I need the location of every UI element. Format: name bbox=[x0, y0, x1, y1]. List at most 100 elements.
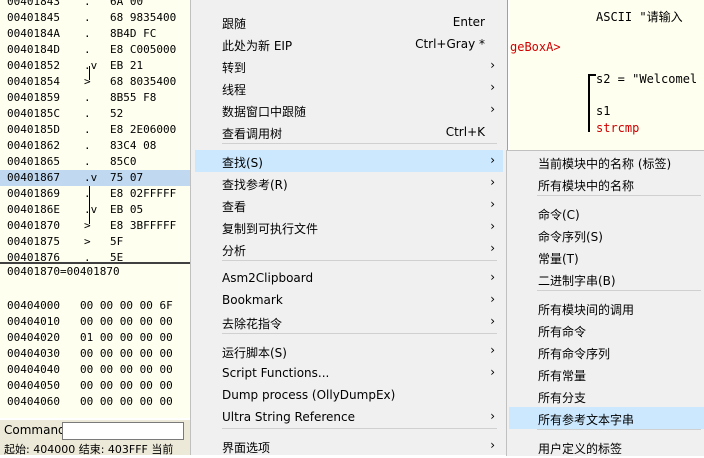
command-input[interactable] bbox=[62, 422, 184, 440]
menu-item[interactable]: Bookmark › bbox=[195, 289, 503, 311]
command-label: Command bbox=[4, 423, 66, 437]
dump-hex: 00 00 00 00 00 bbox=[80, 379, 173, 392]
chevron-right-icon: › bbox=[490, 80, 495, 94]
menu-item[interactable]: Asm2Clipboard › bbox=[195, 267, 503, 289]
bracket-line bbox=[588, 74, 596, 132]
comment-pane[interactable]: ASCII "请输入 geBoxA> s2 = "Welcomel s1 str… bbox=[510, 0, 704, 150]
disasm-hex: 68 9835400 bbox=[110, 11, 177, 24]
chevron-right-icon: › bbox=[490, 409, 495, 423]
menu-item[interactable]: 分析 › bbox=[195, 238, 503, 260]
disasm-row[interactable]: 00401852 .v EB 21 bbox=[0, 58, 190, 74]
submenu-item[interactable]: 所有命令 bbox=[509, 319, 704, 341]
disasm-address: 00401875 bbox=[7, 235, 60, 248]
disasm-address: 0040186E bbox=[7, 203, 60, 216]
menu-item[interactable]: Ultra String Reference › bbox=[195, 406, 503, 428]
chevron-right-icon: › bbox=[490, 175, 495, 189]
menu-item[interactable]: 运行脚本(S) › bbox=[195, 340, 503, 362]
menu-item[interactable]: 界面选项 › bbox=[195, 435, 503, 457]
find-submenu: 当前模块中的名称 (标签) 所有模块中的名称 命令(C) 命令序列(S) 常量(T) 二进… bbox=[506, 150, 704, 456]
disasm-row[interactable]: 00401876. 5E bbox=[0, 250, 190, 262]
disasm-address: 00401854 bbox=[7, 75, 60, 88]
menu-item[interactable]: 跟随 Enter bbox=[195, 11, 503, 33]
menu-item-label: 跟随 bbox=[222, 17, 247, 31]
disasm-hex: 8B4D FC bbox=[110, 27, 157, 40]
submenu-item[interactable]: 当前模块中的名称 (标签) bbox=[509, 151, 704, 173]
disasm-marker: . bbox=[84, 187, 91, 200]
disasm-hex: E8 02FFFFF bbox=[110, 187, 177, 200]
disasm-row[interactable]: 0040185D. E8 2E06000 bbox=[0, 122, 190, 138]
disasm-row[interactable]: 00401859. 8B55 F8 bbox=[0, 90, 190, 106]
disasm-address: 0040185C bbox=[7, 107, 60, 120]
dump-address: 00404040 bbox=[7, 363, 60, 376]
disasm-row[interactable]: 00401843. 6A 00 bbox=[0, 0, 190, 10]
disasm-row[interactable]: 0040186E .v EB 05 bbox=[0, 202, 190, 218]
disasm-address: 0040185D bbox=[7, 123, 60, 136]
disasm-row[interactable]: 0040184D. E8 C005000 bbox=[0, 42, 190, 58]
submenu-item-label: 所有参考文本字串 bbox=[538, 413, 635, 427]
chevron-right-icon: › bbox=[490, 343, 495, 357]
dump-address: 00404050 bbox=[7, 379, 60, 392]
menu-item[interactable]: Dump process (OllyDumpEx) bbox=[195, 384, 503, 406]
disasm-marker: . bbox=[84, 11, 91, 24]
disasm-row[interactable]: 00401869. E8 02FFFFF bbox=[0, 186, 190, 202]
disasm-row[interactable]: 00401845. 68 9835400 bbox=[0, 10, 190, 26]
submenu-item[interactable]: 所有分支 bbox=[509, 385, 704, 407]
disasm-address: 00401845 bbox=[7, 11, 60, 24]
dump-address: 00404030 bbox=[7, 347, 60, 360]
dump-pane[interactable]: 00404000 00 00 00 00 6F 00404010 00 00 00 0… bbox=[0, 298, 190, 418]
submenu-item[interactable]: 命令序列(S) bbox=[509, 224, 704, 246]
disasm-row[interactable]: 00401865. 85C0 bbox=[0, 154, 190, 170]
disasm-row[interactable]: 00401867 .v 75 07 bbox=[0, 170, 190, 186]
disasm-address: 0040184D bbox=[7, 43, 60, 56]
disasm-row[interactable]: 00401854 >68 8035400 bbox=[0, 74, 190, 90]
submenu-item-label: 当前模块中的名称 (标签) bbox=[538, 157, 672, 171]
submenu-item-label: 所有常量 bbox=[538, 369, 587, 383]
disasm-marker: .v bbox=[84, 59, 98, 72]
submenu-item[interactable]: 所有常量 bbox=[509, 363, 704, 385]
submenu-item[interactable]: 二进制字串(B) bbox=[509, 268, 704, 290]
chevron-right-icon: › bbox=[490, 314, 495, 328]
dump-address: 00404000 bbox=[7, 299, 60, 312]
menu-item[interactable]: 数据窗口中跟随 › bbox=[195, 99, 503, 121]
submenu-item[interactable]: 所有模块间的调用 bbox=[509, 297, 704, 319]
disasm-row[interactable]: 0040184A. 8B4D FC bbox=[0, 26, 190, 42]
dump-address: 00404020 bbox=[7, 331, 60, 344]
disasm-marker: . bbox=[84, 91, 91, 104]
menu-item[interactable]: Script Functions... › bbox=[195, 362, 503, 384]
menu-item[interactable]: 复制到可执行文件 › bbox=[195, 216, 503, 238]
disasm-marker: . bbox=[84, 107, 91, 120]
disasm-row[interactable]: 00401870 > E8 3BFFFFF bbox=[0, 218, 190, 234]
disasm-marker: . bbox=[84, 0, 91, 8]
menu-item[interactable]: 查找(S) › bbox=[195, 150, 503, 172]
submenu-item[interactable]: 所有参考文本字串 bbox=[509, 407, 704, 429]
menu-separator bbox=[222, 333, 497, 334]
submenu-item[interactable]: 所有模块中的名称 bbox=[509, 173, 704, 195]
dump-hex: 01 00 00 00 00 bbox=[80, 331, 173, 344]
context-menu: 跟随 Enter 此处为新 EIP Ctrl+Gray * 转到 › 线程 › 数据窗口中跟随 ›… bbox=[190, 0, 508, 455]
disasm-row[interactable]: 0040185C. 52 bbox=[0, 106, 190, 122]
disasm-address: 00401852 bbox=[7, 59, 60, 72]
submenu-item[interactable]: 所有命令序列 bbox=[509, 341, 704, 363]
menu-item[interactable]: 查看调用树 Ctrl+K bbox=[195, 121, 503, 143]
disassembly-pane[interactable]: 00401843. 6A 00 00401845. 68 9835400 0040184… bbox=[0, 0, 191, 262]
disasm-address: 00401843 bbox=[7, 0, 60, 8]
menu-item-shortcut: Ctrl+Gray * bbox=[415, 37, 485, 51]
submenu-item[interactable]: 命令(C) bbox=[509, 202, 704, 224]
menu-item[interactable]: 查找参考(R) › bbox=[195, 172, 503, 194]
disasm-marker: .v bbox=[84, 203, 98, 216]
disasm-row[interactable]: 00401862. 83C4 08 bbox=[0, 138, 190, 154]
menu-item[interactable]: 线程 › bbox=[195, 77, 503, 99]
chevron-right-icon: › bbox=[490, 270, 495, 284]
menu-item[interactable]: 此处为新 EIP Ctrl+Gray * bbox=[195, 33, 503, 55]
menu-item[interactable]: 转到 › bbox=[195, 55, 503, 77]
menu-item[interactable]: 查看 › bbox=[195, 194, 503, 216]
menu-item-label: 此处为新 EIP bbox=[222, 39, 293, 53]
menu-item[interactable]: 去除花指令 › bbox=[195, 311, 503, 333]
disasm-marker: . bbox=[84, 251, 91, 262]
menu-item-label: 查看调用树 bbox=[222, 127, 283, 141]
disasm-row[interactable]: 00401875 >5F bbox=[0, 234, 190, 250]
submenu-item[interactable]: 常量(T) bbox=[509, 246, 704, 268]
ascii-comment: ASCII "请输入 bbox=[596, 10, 683, 24]
disasm-address: 00401865 bbox=[7, 155, 60, 168]
menu-item-label: 数据窗口中跟随 bbox=[222, 105, 307, 119]
